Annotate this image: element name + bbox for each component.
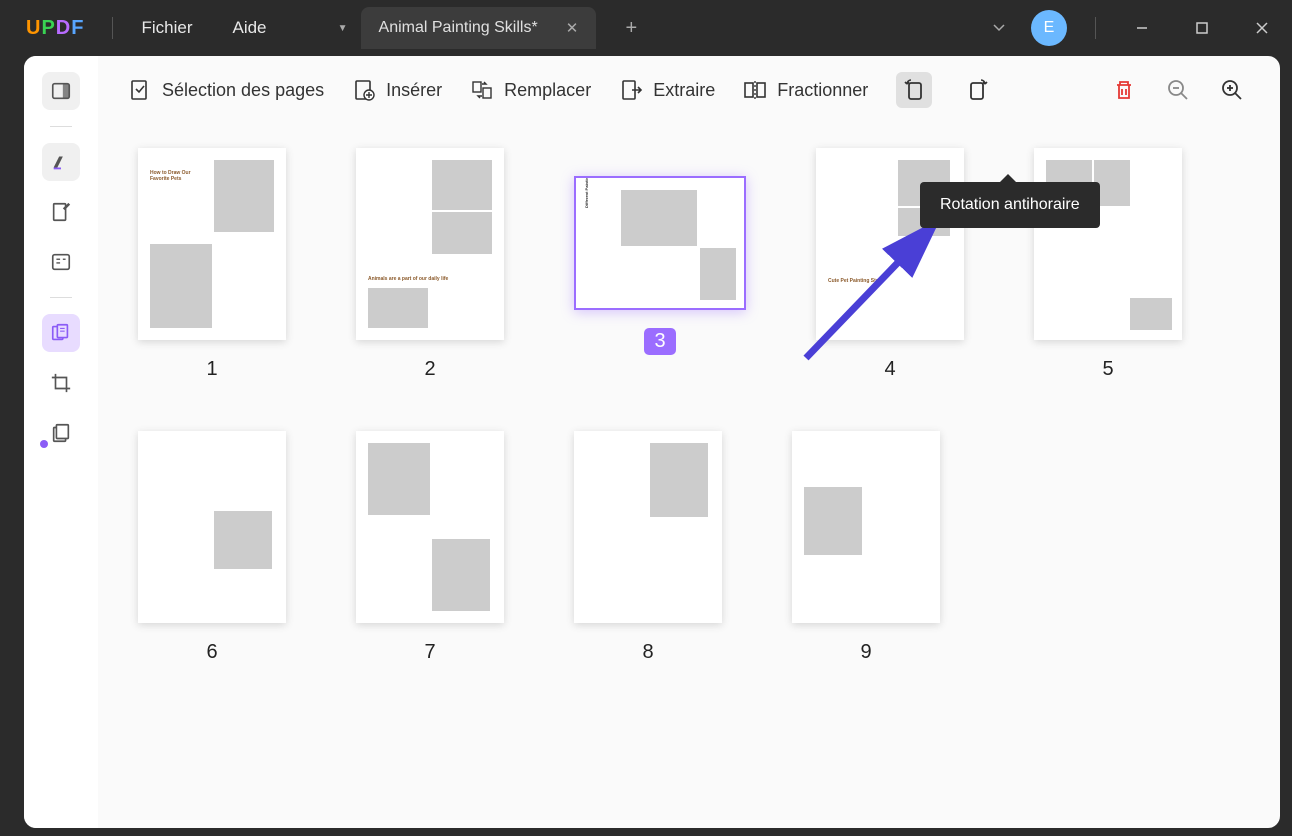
- page-preview: Animals are a part of our daily life: [356, 148, 504, 340]
- thumbnail-row: 6 7 8 9: [138, 431, 1240, 664]
- page-thumbnail[interactable]: Different Painting Styles 3: [574, 176, 746, 381]
- page-heading: Different Painting Styles: [584, 176, 589, 208]
- split-label: Fractionner: [777, 80, 868, 101]
- rotate-ccw-button[interactable]: [896, 72, 932, 108]
- page-preview-selected: Different Painting Styles: [574, 176, 746, 310]
- page-thumbnail[interactable]: How to Draw Our Favorite Pets 1: [138, 148, 286, 381]
- page-heading: How to Draw Our Favorite Pets: [150, 170, 205, 182]
- tab-dropdown-icon[interactable]: ▼: [329, 11, 357, 45]
- minimize-button[interactable]: [1124, 13, 1160, 43]
- page-number: 7: [424, 641, 435, 664]
- page-number: 6: [206, 641, 217, 664]
- zoom-out-button[interactable]: [1160, 72, 1196, 108]
- replace-label: Remplacer: [504, 80, 591, 101]
- page-thumbnail[interactable]: 7: [356, 431, 504, 664]
- app-logo: UPDF: [26, 17, 84, 40]
- watermark-icon[interactable]: [42, 414, 80, 452]
- page-thumbnail[interactable]: 8: [574, 431, 722, 664]
- page-preview: [138, 431, 286, 623]
- page-toolbar: Sélection des pages Insérer Remplacer Ex…: [98, 56, 1280, 124]
- page-preview: [356, 431, 504, 623]
- replace-button[interactable]: Remplacer: [470, 78, 591, 102]
- toolbar-right: [1106, 72, 1250, 108]
- reader-mode-icon[interactable]: [42, 72, 80, 110]
- separator: [112, 17, 113, 39]
- page-number: 5: [1102, 358, 1113, 381]
- rotate-cw-button[interactable]: [960, 72, 996, 108]
- organize-pages-icon[interactable]: [42, 314, 80, 352]
- new-tab-button[interactable]: +: [614, 11, 648, 45]
- tab-area: ▼ Animal Painting Skills* ✕ +: [329, 7, 649, 49]
- separator: [1095, 17, 1096, 39]
- page-preview: [792, 431, 940, 623]
- delete-button[interactable]: [1106, 72, 1142, 108]
- split-button[interactable]: Fractionner: [743, 78, 868, 102]
- annotation-arrow: [796, 208, 956, 368]
- page-preview: [574, 431, 722, 623]
- page-number: 9: [860, 641, 871, 664]
- extract-label: Extraire: [653, 80, 715, 101]
- sidebar: [24, 56, 98, 828]
- maximize-button[interactable]: [1184, 13, 1220, 43]
- tooltip-rotate-ccw: Rotation antihoraire: [920, 182, 1100, 228]
- page-thumbnail[interactable]: Animals are a part of our daily life 2: [356, 148, 504, 381]
- menu-help[interactable]: Aide: [232, 18, 266, 38]
- page-heading: Animals are a part of our daily life: [368, 276, 448, 282]
- titlebar-right: E: [991, 10, 1280, 46]
- titlebar: UPDF Fichier Aide ▼ Animal Painting Skil…: [0, 0, 1292, 56]
- chevron-down-icon[interactable]: [991, 19, 1007, 38]
- page-thumbnail[interactable]: 6: [138, 431, 286, 664]
- main-panel: Sélection des pages Insérer Remplacer Ex…: [24, 56, 1280, 828]
- page-preview: [1034, 148, 1182, 340]
- page-number: 8: [642, 641, 653, 664]
- separator: [50, 126, 72, 127]
- select-pages-label: Sélection des pages: [162, 80, 324, 101]
- active-indicator: [40, 440, 48, 448]
- page-number-selected: 3: [644, 328, 675, 355]
- select-pages-button[interactable]: Sélection des pages: [128, 78, 324, 102]
- insert-button[interactable]: Insérer: [352, 78, 442, 102]
- edit-icon[interactable]: [42, 193, 80, 231]
- crop-icon[interactable]: [42, 364, 80, 402]
- menu-file[interactable]: Fichier: [141, 18, 192, 38]
- insert-label: Insérer: [386, 80, 442, 101]
- user-avatar[interactable]: E: [1031, 10, 1067, 46]
- document-tab[interactable]: Animal Painting Skills* ✕: [361, 7, 597, 49]
- separator: [50, 297, 72, 298]
- tab-title: Animal Painting Skills*: [379, 19, 538, 37]
- form-icon[interactable]: [42, 243, 80, 281]
- page-number: 2: [424, 358, 435, 381]
- highlight-icon[interactable]: [42, 143, 80, 181]
- content-area: Sélection des pages Insérer Remplacer Ex…: [98, 56, 1280, 828]
- page-thumbnail[interactable]: 9: [792, 431, 940, 664]
- close-tab-icon[interactable]: ✕: [566, 19, 579, 37]
- extract-button[interactable]: Extraire: [619, 78, 715, 102]
- page-preview: How to Draw Our Favorite Pets: [138, 148, 286, 340]
- page-number: 1: [206, 358, 217, 381]
- zoom-in-button[interactable]: [1214, 72, 1250, 108]
- close-window-button[interactable]: [1244, 13, 1280, 43]
- thumbnail-grid: How to Draw Our Favorite Pets 1 Animals …: [98, 124, 1280, 828]
